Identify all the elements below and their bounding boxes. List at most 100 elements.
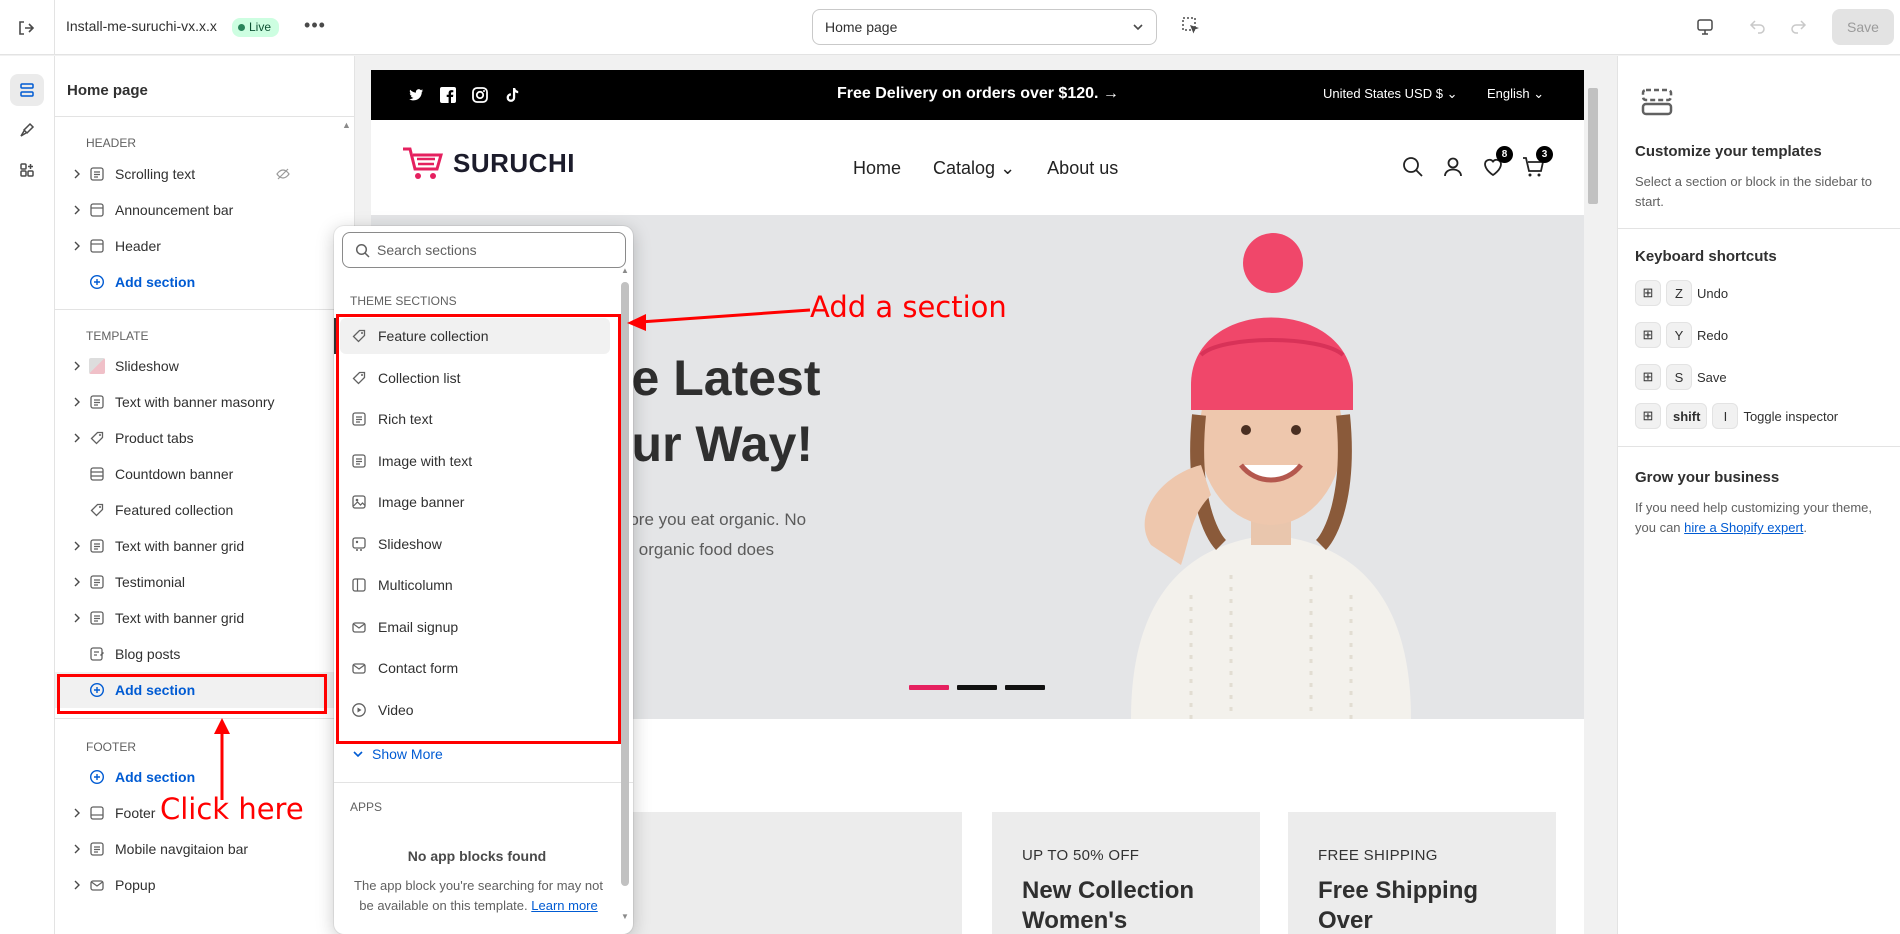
announcement-text[interactable]: Free Delivery on orders over $120. → (837, 85, 1119, 103)
sidebar-item-mobile-navigation-bar[interactable]: Mobile navgitaion bar (55, 831, 355, 867)
sidebar-item-text-with-banner-grid[interactable]: Text with banner grid (55, 528, 355, 564)
theme-settings-brush-icon[interactable] (10, 114, 44, 146)
inspector-icon[interactable] (1180, 15, 1202, 37)
sections-tab-icon[interactable] (10, 74, 44, 106)
chevron-right-icon[interactable] (71, 360, 83, 372)
section-option-feature-collection[interactable]: Feature collection (340, 318, 610, 354)
section-option-contact-form[interactable]: Contact form (340, 650, 610, 686)
chevron-right-icon[interactable] (71, 612, 83, 624)
wishlist-heart-icon[interactable]: 8 (1481, 146, 1513, 179)
nav-item-about[interactable]: About us (1047, 158, 1118, 179)
sidebar-item-product-tabs[interactable]: Product tabs (55, 420, 355, 456)
account-icon[interactable] (1441, 155, 1465, 179)
banner-card[interactable]: FREE SHIPPING Free Shipping Over (1288, 812, 1556, 934)
section-option-image-with-text[interactable]: Image with text (340, 443, 610, 479)
nav-item-home[interactable]: Home (853, 158, 901, 179)
section-option-video[interactable]: Video (340, 692, 610, 728)
sidebar-item-text-with-banner-grid-2[interactable]: Text with banner grid (55, 600, 355, 636)
chevron-right-icon[interactable] (71, 576, 83, 588)
banner-card[interactable] (586, 812, 962, 934)
currency-selector[interactable]: United States USD $ ⌄ (1323, 86, 1457, 102)
search-icon (355, 243, 370, 258)
sidebar-item-text-with-banner-masonry[interactable]: Text with banner masonry (55, 384, 355, 420)
slide-dot[interactable] (1005, 685, 1045, 690)
sidebar-item-announcement-bar[interactable]: Announcement bar (55, 192, 355, 228)
banner-title: New Collection Women's (1022, 876, 1194, 934)
nav-item-catalog-label: Catalog (933, 158, 996, 178)
sidebar-item-scrolling-text[interactable]: Scrolling text (55, 156, 355, 192)
scroll-up-icon[interactable]: ▲ (342, 120, 351, 130)
eye-hidden-icon[interactable] (275, 166, 291, 182)
facebook-icon[interactable] (439, 86, 457, 104)
sidebar-item-featured-collection[interactable]: Featured collection (55, 492, 355, 528)
sidebar-item-countdown-banner[interactable]: Countdown banner (55, 456, 355, 492)
sidebar-item-slideshow[interactable]: Slideshow (55, 348, 355, 384)
preview-scrollbar-thumb[interactable] (1588, 88, 1598, 204)
sidebar-item-label: Announcement bar (115, 202, 234, 218)
slide-dot-active[interactable] (909, 685, 949, 690)
add-section-header-button[interactable]: Add section (55, 264, 355, 300)
search-icon[interactable] (1401, 155, 1425, 179)
command-key-icon: ⊞ (1635, 322, 1661, 348)
section-option-email-signup[interactable]: Email signup (340, 609, 610, 645)
section-option-image-banner[interactable]: Image banner (340, 484, 610, 520)
save-button[interactable]: Save (1832, 9, 1894, 45)
scroll-up-icon[interactable]: ▲ (621, 266, 629, 275)
section-option-label: Rich text (378, 411, 433, 427)
sidebar-item-label: Featured collection (115, 502, 234, 518)
popover-scrollbar[interactable]: ▲ ▼ (618, 266, 632, 926)
slide-dot[interactable] (957, 685, 997, 690)
banner-card[interactable]: UP TO 50% OFF New Collection Women's (992, 812, 1260, 934)
chevron-right-icon[interactable] (71, 879, 83, 891)
more-actions-button[interactable]: ••• (302, 16, 328, 38)
cart-icon[interactable]: 3 (1521, 146, 1553, 179)
section-option-slideshow[interactable]: Slideshow (340, 526, 610, 562)
logo-text: SURUCHI (453, 147, 575, 178)
theme-name: Install-me-suruchi-vx.x.x (66, 18, 217, 34)
show-more-button[interactable]: Show More (352, 746, 443, 762)
instagram-icon[interactable] (471, 86, 489, 104)
popover-scrollbar-thumb[interactable] (621, 282, 629, 886)
chevron-right-icon[interactable] (71, 432, 83, 444)
sidebar-item-blog-posts[interactable]: Blog posts (55, 636, 355, 672)
section-option-rich-text[interactable]: Rich text (340, 401, 610, 437)
add-section-template-button[interactable]: Add section (55, 672, 355, 708)
desktop-view-icon[interactable] (1694, 16, 1716, 38)
app-embeds-icon[interactable] (10, 154, 44, 186)
sidebar-item-testimonial[interactable]: Testimonial (55, 564, 355, 600)
command-key-icon: ⊞ (1635, 280, 1661, 306)
store-logo[interactable]: SURUCHI (401, 145, 575, 181)
language-selector[interactable]: English ⌄ (1487, 86, 1544, 102)
divider (54, 0, 55, 55)
email-icon (90, 880, 104, 891)
twitter-icon[interactable] (407, 86, 425, 104)
chevron-right-icon[interactable] (71, 540, 83, 552)
learn-more-link[interactable]: Learn more (531, 898, 597, 913)
page-select[interactable]: Home page (812, 9, 1157, 45)
currency-value: United States USD $ (1323, 86, 1443, 101)
nav-item-catalog[interactable]: Catalog ⌄ (933, 158, 1015, 179)
section-option-multicolumn[interactable]: Multicolumn (340, 567, 610, 603)
slideshow-icon (352, 537, 366, 551)
chevron-right-icon[interactable] (71, 807, 83, 819)
chevron-right-icon[interactable] (71, 843, 83, 855)
section-option-label: Image banner (378, 494, 465, 510)
chevron-right-icon[interactable] (71, 396, 83, 408)
undo-icon[interactable] (1748, 16, 1768, 36)
sidebar-item-popup[interactable]: Popup (55, 867, 355, 903)
hire-expert-link[interactable]: hire a Shopify expert (1684, 520, 1803, 535)
tiktok-icon[interactable] (503, 86, 521, 104)
exit-icon[interactable] (14, 16, 38, 40)
preview-scrollbar[interactable] (1586, 70, 1600, 920)
chevron-right-icon[interactable] (71, 168, 83, 180)
divider (55, 116, 355, 117)
sidebar-item-header[interactable]: Header (55, 228, 355, 264)
redo-icon[interactable] (1788, 16, 1808, 36)
text-section-icon (352, 412, 366, 426)
section-option-collection-list[interactable]: Collection list (340, 360, 610, 396)
add-section-footer-button[interactable]: Add section (55, 759, 355, 795)
chevron-right-icon[interactable] (71, 240, 83, 252)
scroll-down-icon[interactable]: ▼ (621, 912, 629, 921)
chevron-right-icon[interactable] (71, 204, 83, 216)
search-sections-input[interactable]: Search sections (342, 232, 626, 268)
